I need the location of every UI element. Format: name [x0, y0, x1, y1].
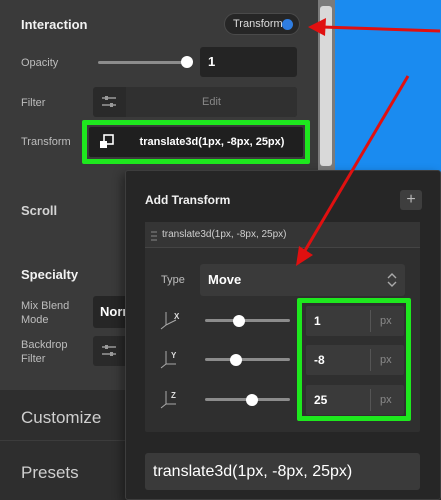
arrowhead: [308, 18, 326, 36]
arrow-to-type: [301, 75, 410, 255]
annotation-arrows: [296, 18, 441, 266]
arrow-to-toggle: [321, 25, 441, 33]
